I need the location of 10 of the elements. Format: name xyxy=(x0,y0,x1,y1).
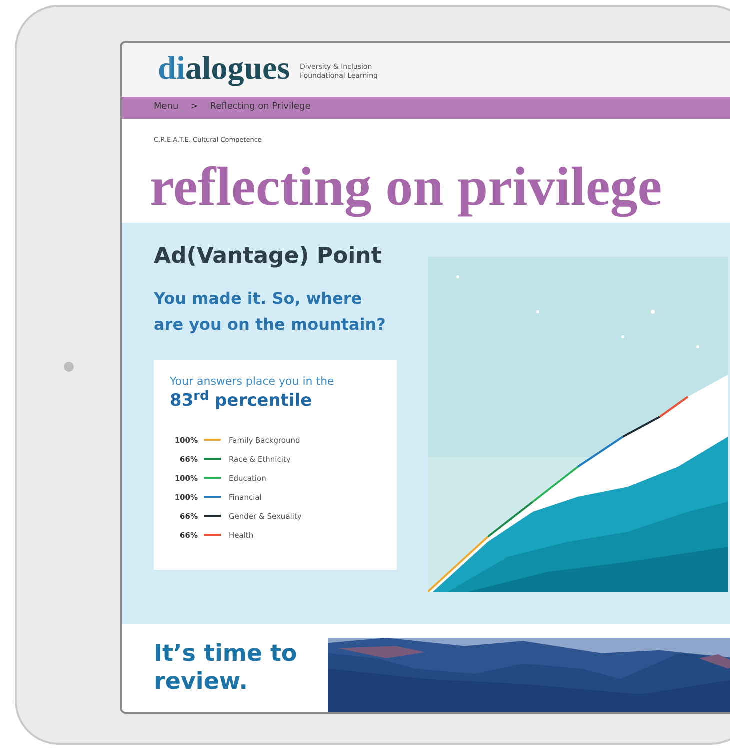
breadcrumb-link[interactable]: Reflecting on Privilege xyxy=(210,101,311,115)
breadcrumb-link[interactable]: Menu xyxy=(154,101,179,115)
home-button[interactable] xyxy=(64,362,74,372)
review-heading: It’s time to review. xyxy=(154,640,298,697)
result-intro: Your answers place you in the xyxy=(170,374,336,390)
percentile-text: 83$^{rd}$ percentile xyxy=(170,390,314,412)
question-text: You made it. So, where are you on the mountain? xyxy=(154,288,387,336)
logo: dialogues xyxy=(158,53,290,86)
section-heading: Ad(Vantage) Point xyxy=(154,242,383,270)
breadcrumb-separator: > xyxy=(190,101,198,114)
